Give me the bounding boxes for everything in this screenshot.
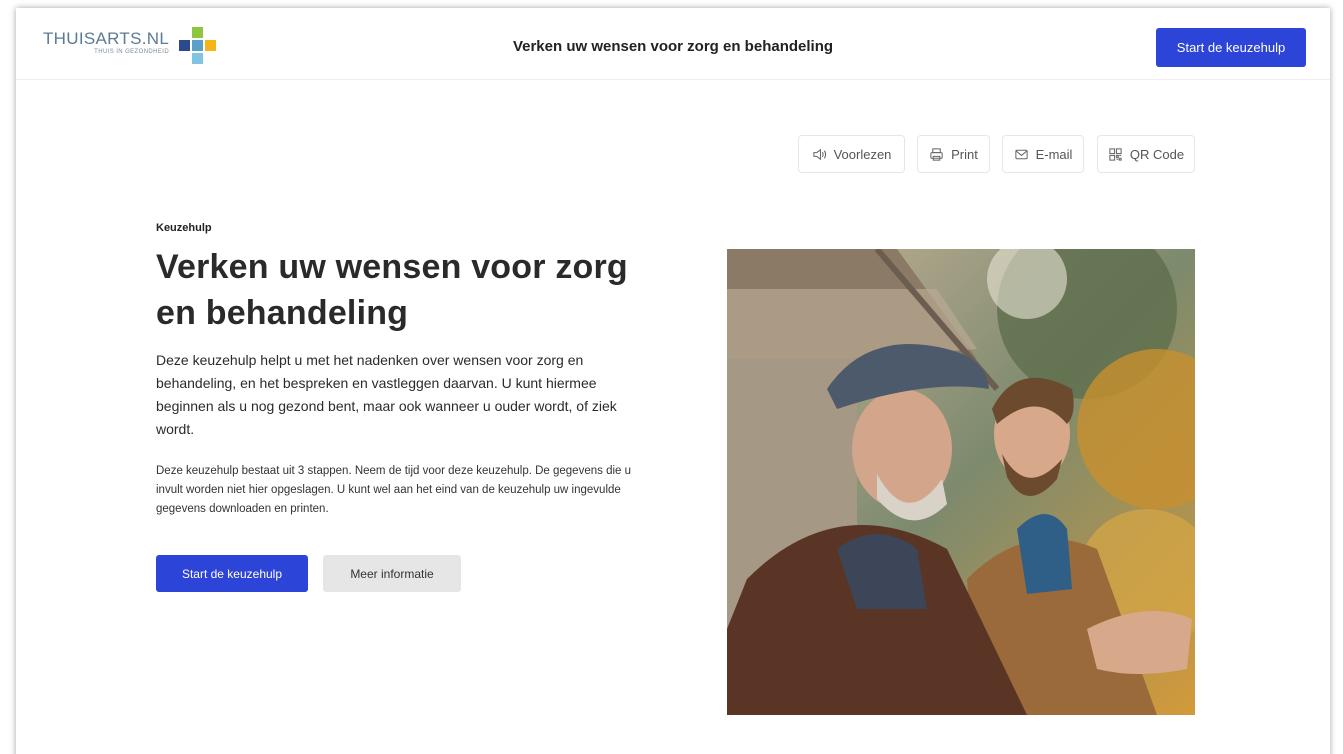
- mail-icon: [1014, 149, 1028, 159]
- site-header: THUISARTS.NL THUIS IN GEZONDHEID Verken …: [16, 8, 1330, 80]
- qr-code-icon: [1109, 147, 1122, 161]
- lead-paragraph: Deze keuzehulp helpt u met het nadenken …: [156, 352, 617, 437]
- page-title: Verken uw wensen voor zorg en behandelin…: [156, 248, 628, 332]
- header-title: Verken uw wensen voor zorg en behandelin…: [512, 38, 834, 55]
- print-button[interactable]: Print: [917, 135, 990, 173]
- email-button[interactable]: E-mail: [1002, 135, 1084, 173]
- email-label: E-mail: [1035, 146, 1073, 162]
- read-aloud-label: Voorlezen: [833, 146, 892, 162]
- hero-photo-illustration: [727, 249, 1195, 715]
- page-frame: THUISARTS.NL THUIS IN GEZONDHEID Verken …: [16, 8, 1330, 754]
- header-start-button[interactable]: Start de keuzehulp: [1156, 28, 1306, 67]
- speaker-icon: [812, 148, 826, 160]
- read-aloud-button[interactable]: Voorlezen: [798, 135, 905, 173]
- printer-icon: [930, 147, 943, 161]
- qr-code-button[interactable]: QR Code: [1097, 135, 1195, 173]
- hero-photo: [727, 249, 1195, 715]
- eyebrow-label: Keuzehulp: [156, 222, 212, 234]
- qr-code-label: QR Code: [1129, 146, 1185, 162]
- body-paragraph: Deze keuzehulp bestaat uit 3 stappen. Ne…: [156, 465, 632, 515]
- more-info-button[interactable]: Meer informatie: [323, 555, 461, 592]
- print-label: Print: [951, 146, 978, 162]
- start-keuzehulp-button[interactable]: Start de keuzehulp: [156, 555, 308, 592]
